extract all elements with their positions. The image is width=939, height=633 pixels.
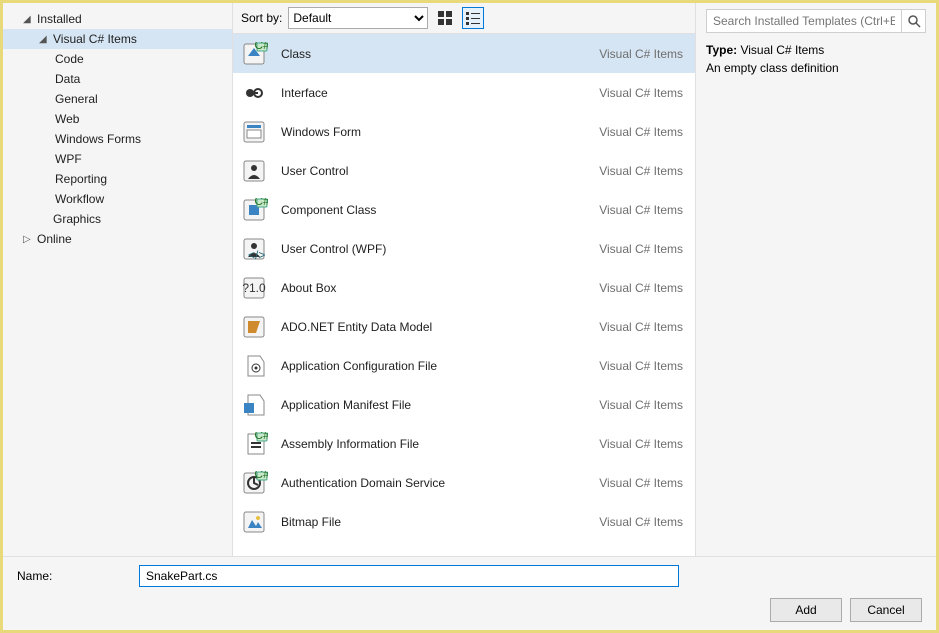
tree-node-visual-csharp-items[interactable]: ◢ Visual C# Items: [3, 29, 232, 49]
tree-label: Graphics: [53, 212, 101, 226]
tree-node-data[interactable]: Data: [3, 69, 232, 89]
details-icon: [466, 11, 480, 25]
tree-node-windows-forms[interactable]: Windows Forms: [3, 129, 232, 149]
sort-by-dropdown[interactable]: Default: [288, 7, 428, 29]
template-name: Bitmap File: [281, 515, 587, 529]
bitmap-icon: [241, 508, 269, 536]
template-type: Visual C# Items: [599, 359, 683, 373]
template-type: Visual C# Items: [599, 476, 683, 490]
authservice-icon: C#: [241, 469, 269, 497]
appconfig-icon: [241, 352, 269, 380]
template-row[interactable]: C# Assembly Information File Visual C# Ite…: [233, 424, 695, 463]
search-input[interactable]: [707, 14, 901, 28]
chevron-right-icon: ▷: [23, 234, 33, 245]
svg-text:?1.0: ?1.0: [242, 281, 266, 295]
tree-node-wpf[interactable]: WPF: [3, 149, 232, 169]
tree-label: Online: [37, 232, 72, 246]
assemblyinfo-icon: C#: [241, 430, 269, 458]
tree-label: Visual C# Items: [53, 32, 137, 46]
template-name: ADO.NET Entity Data Model: [281, 320, 587, 334]
detail-type-value: Visual C# Items: [740, 43, 824, 57]
svg-text:C#: C#: [254, 198, 268, 208]
sort-by-label: Sort by:: [241, 11, 282, 25]
bottom-bar: Name: Add Cancel: [3, 556, 936, 630]
template-row[interactable]: Windows Form Visual C# Items: [233, 112, 695, 151]
detail-description: An empty class definition: [706, 61, 926, 75]
manifest-icon: [241, 391, 269, 419]
template-row[interactable]: C# Class Visual C# Items: [233, 34, 695, 73]
template-type: Visual C# Items: [599, 203, 683, 217]
template-row[interactable]: C# Component Class Visual C# Items: [233, 190, 695, 229]
template-type: Visual C# Items: [599, 86, 683, 100]
template-type: Visual C# Items: [599, 398, 683, 412]
search-icon[interactable]: [901, 10, 925, 32]
large-icons-icon: [438, 11, 452, 25]
tree-label: Installed: [37, 12, 82, 26]
details-pane: Type: Visual C# Items An empty class def…: [696, 3, 936, 556]
template-type: Visual C# Items: [599, 47, 683, 61]
template-name: User Control (WPF): [281, 242, 587, 256]
template-row[interactable]: </> User Control (WPF) Visual C# Items: [233, 229, 695, 268]
template-row[interactable]: ADO.NET Entity Data Model Visual C# Items: [233, 307, 695, 346]
tree-node-online[interactable]: ▷ Online: [3, 229, 232, 249]
template-row[interactable]: User Control Visual C# Items: [233, 151, 695, 190]
template-name: Application Manifest File: [281, 398, 587, 412]
template-row[interactable]: Bitmap File Visual C# Items: [233, 502, 695, 541]
view-details-button[interactable]: [462, 7, 484, 29]
tree-node-web[interactable]: Web: [3, 109, 232, 129]
usercontrol-wpf-icon: </>: [241, 235, 269, 263]
name-label: Name:: [17, 569, 127, 583]
component-icon: C#: [241, 196, 269, 224]
class-icon: C#: [241, 40, 269, 68]
template-list[interactable]: C# Class Visual C# Items Interface Visual C#…: [233, 34, 695, 556]
tree-node-graphics[interactable]: Graphics: [3, 209, 232, 229]
svg-text:C#: C#: [254, 471, 268, 481]
detail-type-row: Type: Visual C# Items: [706, 43, 926, 57]
template-type: Visual C# Items: [599, 242, 683, 256]
usercontrol-icon: [241, 157, 269, 185]
template-name: Interface: [281, 86, 587, 100]
template-type: Visual C# Items: [599, 515, 683, 529]
template-name: Class: [281, 47, 587, 61]
template-row[interactable]: C# Authentication Domain Service Visual C#…: [233, 463, 695, 502]
template-name: About Box: [281, 281, 587, 295]
add-button[interactable]: Add: [770, 598, 842, 622]
template-name: Authentication Domain Service: [281, 476, 587, 490]
svg-text:C#: C#: [254, 432, 268, 442]
ado-icon: [241, 313, 269, 341]
template-name: Windows Form: [281, 125, 587, 139]
svg-text:</>: </>: [248, 248, 265, 261]
filename-input[interactable]: [139, 565, 679, 587]
interface-icon: [241, 79, 269, 107]
template-name: User Control: [281, 164, 587, 178]
aboutbox-icon: ?1.0: [241, 274, 269, 302]
tree-node-installed[interactable]: ◢ Installed: [3, 9, 232, 29]
tree-node-workflow[interactable]: Workflow: [3, 189, 232, 209]
chevron-down-icon: ◢: [39, 34, 49, 45]
form-icon: [241, 118, 269, 146]
template-name: Application Configuration File: [281, 359, 587, 373]
template-type: Visual C# Items: [599, 320, 683, 334]
tree-node-code[interactable]: Code: [3, 49, 232, 69]
template-row[interactable]: Application Configuration File Visual C# …: [233, 346, 695, 385]
template-type: Visual C# Items: [599, 125, 683, 139]
detail-type-label: Type:: [706, 43, 737, 57]
tree-node-reporting[interactable]: Reporting: [3, 169, 232, 189]
template-type: Visual C# Items: [599, 281, 683, 295]
template-row[interactable]: ?1.0 About Box Visual C# Items: [233, 268, 695, 307]
tree-node-general[interactable]: General: [3, 89, 232, 109]
template-type: Visual C# Items: [599, 437, 683, 451]
template-row[interactable]: Interface Visual C# Items: [233, 73, 695, 112]
search-templates-field[interactable]: [706, 9, 926, 33]
cancel-button[interactable]: Cancel: [850, 598, 922, 622]
template-category-tree: ◢ Installed ◢ Visual C# Items Code Data …: [3, 3, 233, 556]
template-row[interactable]: Application Manifest File Visual C# Items: [233, 385, 695, 424]
view-large-icons-button[interactable]: [434, 7, 456, 29]
sort-bar: Sort by: Default: [233, 3, 695, 34]
svg-text:C#: C#: [254, 42, 268, 52]
template-type: Visual C# Items: [599, 164, 683, 178]
chevron-down-icon: ◢: [23, 14, 33, 25]
template-name: Component Class: [281, 203, 587, 217]
template-name: Assembly Information File: [281, 437, 587, 451]
